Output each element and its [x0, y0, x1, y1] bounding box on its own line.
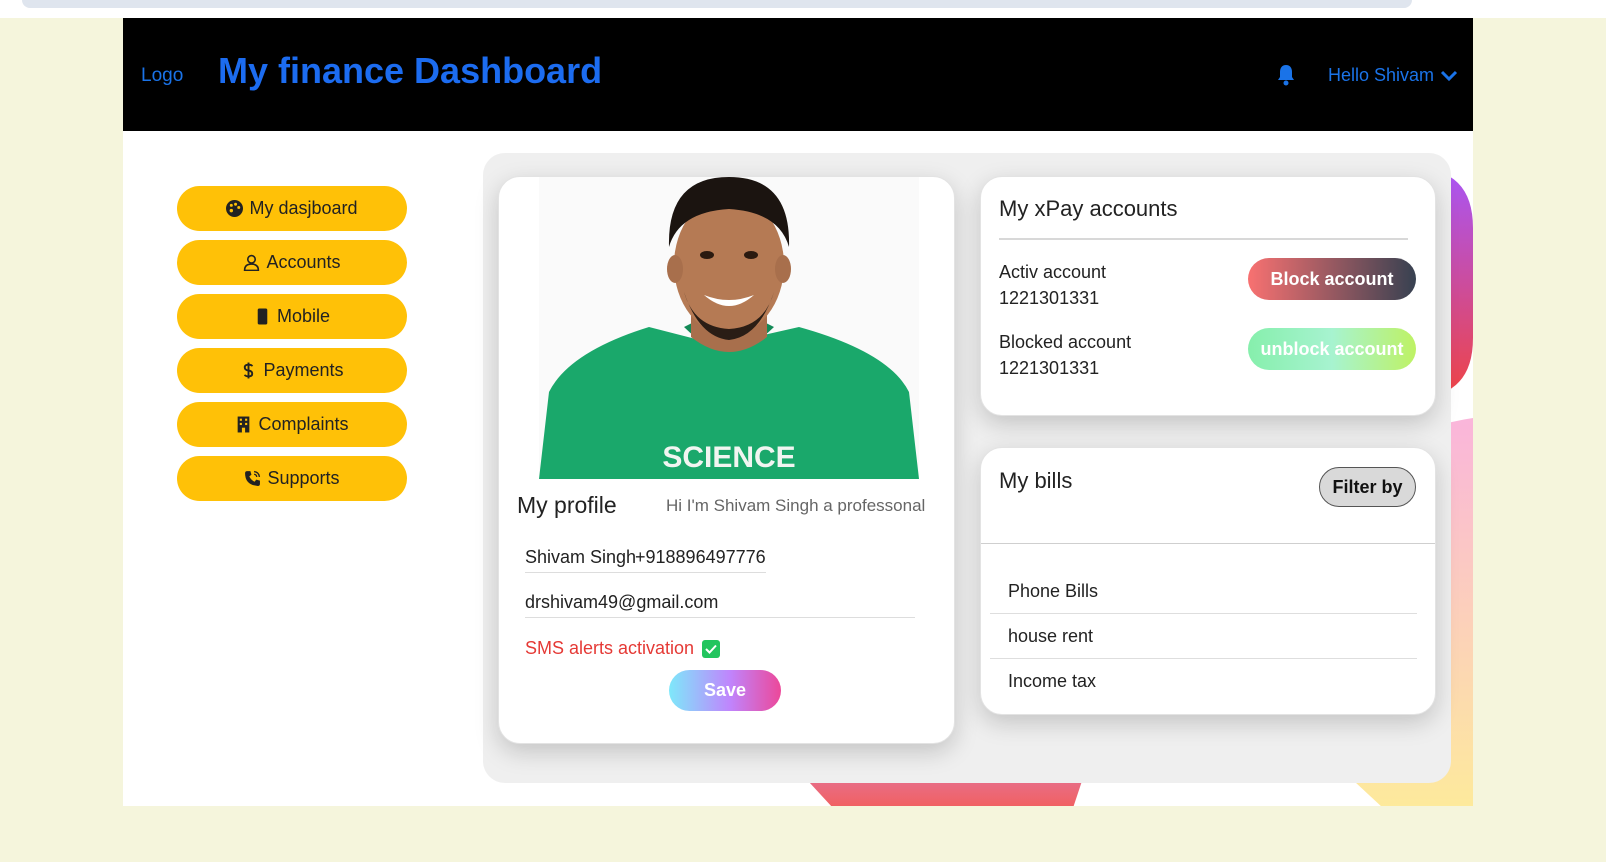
- sidebar-nav: My dasjboard Accounts Mobile Payments Co…: [177, 186, 407, 510]
- blocked-account-label: Blocked account: [999, 332, 1132, 352]
- page-title: My finance Dashboard: [218, 50, 603, 91]
- logo[interactable]: Logo: [141, 65, 183, 87]
- accounts-card: My xPay accounts Activ account 122130133…: [980, 176, 1436, 416]
- browser-top-strip: [0, 0, 1606, 18]
- sidebar-item-complaints[interactable]: Complaints: [177, 402, 407, 447]
- palette-icon: [226, 200, 244, 217]
- blocked-account-number: 1221301331: [999, 358, 1100, 378]
- profile-photo: SCIENCE: [539, 177, 919, 479]
- bell-icon[interactable]: [1276, 64, 1296, 86]
- bills-card: My bills Filter by Phone Bills house ren…: [980, 447, 1436, 715]
- name-field[interactable]: Shivam Singh: [525, 547, 637, 573]
- active-account-number: 1221301331: [999, 288, 1100, 308]
- bill-item-rent[interactable]: house rent: [990, 614, 1417, 659]
- bill-item-phone[interactable]: Phone Bills: [990, 569, 1417, 614]
- sidebar-item-accounts[interactable]: Accounts: [177, 240, 407, 285]
- building-icon: [238, 416, 250, 433]
- chevron-down-icon: [1440, 70, 1458, 81]
- phone-field[interactable]: +918896497776: [635, 547, 766, 573]
- sms-alerts-checkbox[interactable]: [702, 639, 721, 658]
- sidebar-item-label: Accounts: [266, 252, 341, 272]
- sms-alerts-label: SMS alerts activation: [525, 638, 695, 658]
- bills-title: My bills: [999, 468, 1073, 493]
- svg-text:SCIENCE: SCIENCE: [662, 441, 795, 474]
- sms-alerts-toggle: SMS alerts activation: [525, 638, 721, 659]
- sidebar-item-label: Complaints: [258, 414, 349, 434]
- bill-item-tax[interactable]: Income tax: [990, 659, 1417, 704]
- profile-bio: Hi I'm Shivam Singh a professonal: [666, 496, 926, 515]
- profile-card: SCIENCE My profile Hi I'm Shivam Singh a…: [498, 176, 955, 744]
- profile-title: My profile: [517, 492, 617, 518]
- unblock-account-button[interactable]: unblock account: [1248, 328, 1416, 370]
- sidebar-item-payments[interactable]: Payments: [177, 348, 407, 393]
- save-button[interactable]: Save: [669, 670, 781, 711]
- accounts-divider: [999, 238, 1408, 240]
- email-field[interactable]: drshivam49@gmail.com: [525, 592, 915, 618]
- filter-by-button[interactable]: Filter by: [1319, 467, 1416, 507]
- browser-address-bar[interactable]: [22, 0, 1412, 8]
- block-account-button[interactable]: Block account: [1248, 258, 1416, 300]
- app-window: Logo My finance Dashboard Hello Shivam M…: [123, 18, 1473, 806]
- bills-divider: [981, 543, 1435, 544]
- sidebar-item-supports[interactable]: Supports: [177, 456, 407, 501]
- accounts-title: My xPay accounts: [999, 196, 1178, 221]
- active-account-label: Activ account: [999, 262, 1107, 282]
- sidebar-item-mobile[interactable]: Mobile: [177, 294, 407, 339]
- sidebar-item-dashboard[interactable]: My dasjboard: [177, 186, 407, 231]
- phone-icon: [257, 308, 268, 325]
- sidebar-item-label: My dasjboard: [249, 198, 358, 218]
- sidebar-item-label: Mobile: [276, 306, 331, 326]
- user-greeting: Hello Shivam: [1328, 65, 1435, 85]
- sidebar-item-label: Payments: [263, 360, 344, 380]
- top-header: Logo My finance Dashboard Hello Shivam: [123, 18, 1473, 131]
- user-menu[interactable]: Hello Shivam: [1328, 65, 1458, 86]
- person-icon: [244, 254, 260, 271]
- sidebar-item-label: Supports: [267, 468, 340, 488]
- dollar-icon: [244, 362, 254, 379]
- check-icon: [705, 644, 717, 654]
- phone-call-icon: [245, 470, 261, 486]
